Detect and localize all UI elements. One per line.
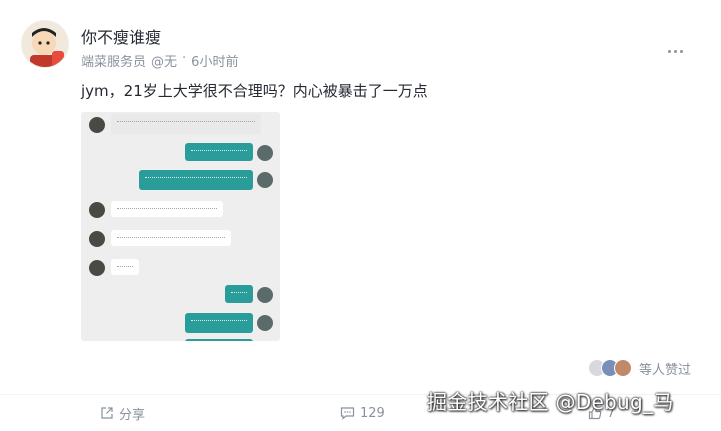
share-button[interactable]: 分享 [100, 403, 145, 423]
post-card: 你不瘦谁瘦 端菜服务员 @无 · 6小时前 jym，21岁上大学很不合理吗？内心… [0, 0, 721, 431]
comment-count: 129 [360, 405, 385, 421]
likes-summary[interactable]: 等人赞过 [588, 357, 691, 379]
chat-bubble [185, 143, 253, 161]
chat-bubble [111, 230, 231, 246]
chat-message [81, 230, 280, 250]
chat-bubble [139, 170, 253, 190]
author-avatar[interactable] [21, 20, 69, 68]
author-name[interactable]: 你不瘦谁瘦 [81, 24, 161, 48]
chat-avatar [89, 231, 105, 247]
avatar-cartoon-icon [22, 21, 68, 67]
share-icon [101, 407, 113, 419]
chat-message [81, 258, 280, 278]
comment-button[interactable]: 129 [340, 403, 385, 423]
chat-bubble [225, 285, 253, 303]
post-image[interactable] [81, 112, 280, 341]
chat-avatar [257, 315, 273, 331]
author-meta: 端菜服务员 @无 · 6小时前 [81, 51, 238, 70]
comment-icon [340, 407, 355, 420]
chat-bubble [111, 114, 261, 134]
chat-avatar [89, 117, 105, 133]
liker-avatar [614, 359, 632, 377]
post-time: 6小时前 [191, 55, 239, 70]
watermark: 掘金技术社区 @Debug_马 [427, 390, 674, 414]
chat-avatar [257, 172, 273, 188]
chat-message [81, 143, 280, 163]
meta-separator: · [182, 51, 187, 66]
chat-message [81, 313, 280, 333]
chat-bubble [185, 313, 253, 333]
chat-avatar [89, 202, 105, 218]
chat-avatar [89, 260, 105, 276]
share-label: 分享 [119, 407, 146, 423]
chat-message [81, 200, 280, 220]
chat-avatar [257, 145, 273, 161]
chat-avatar [257, 287, 273, 303]
chat-message [81, 285, 280, 305]
author-handle: @无 [151, 55, 178, 70]
chat-bubble [185, 339, 253, 341]
more-icon[interactable] [668, 38, 688, 53]
author-role: 端菜服务员 [81, 55, 147, 70]
likes-label: 等人赞过 [639, 362, 692, 378]
chat-bubble [111, 201, 223, 217]
chat-message [81, 112, 280, 134]
chat-message [81, 170, 280, 190]
post-text: jym，21岁上大学很不合理吗？内心被暴击了一万点 [81, 82, 428, 100]
chat-bubble [111, 259, 139, 275]
